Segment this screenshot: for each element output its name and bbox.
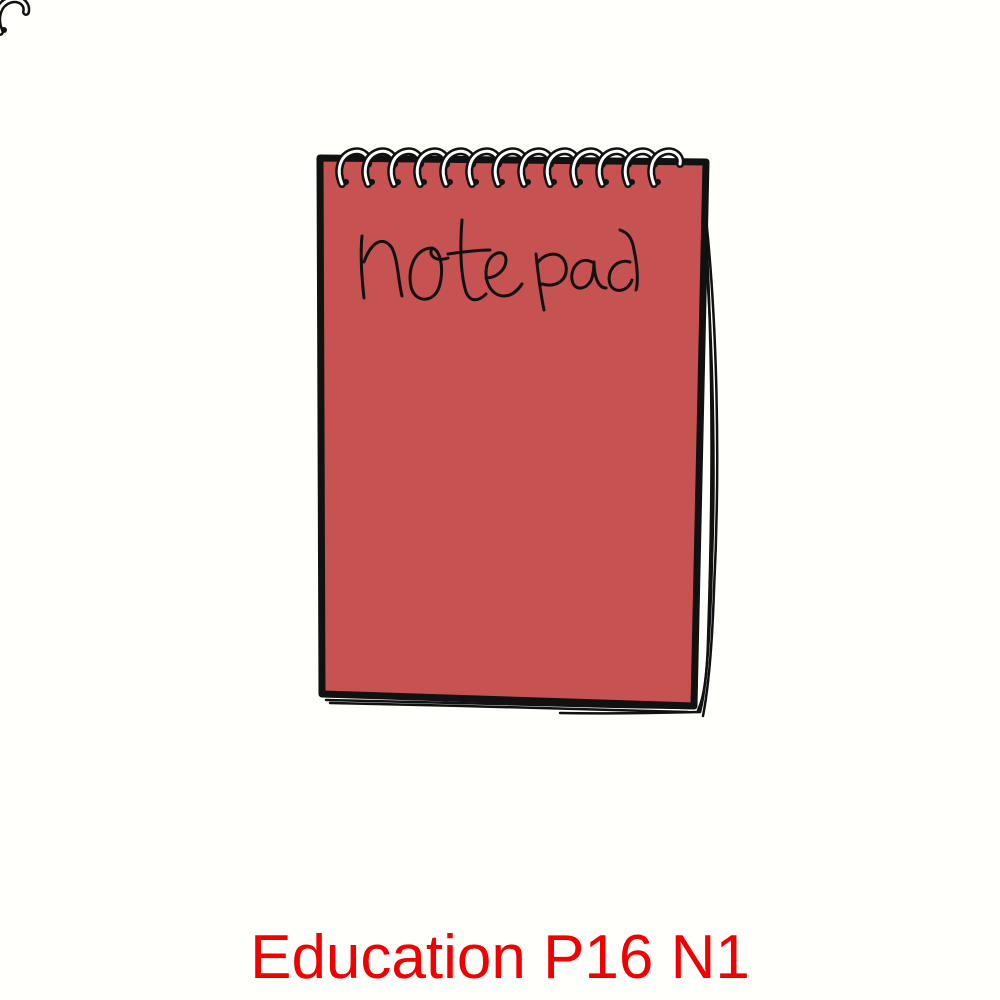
caption: Education P16 N1 [250,923,750,992]
notepad-cover [320,158,706,706]
canvas: Education P16 N1 [0,0,1000,1000]
spiral-binding [0,0,680,185]
notepad-icon [0,0,719,718]
